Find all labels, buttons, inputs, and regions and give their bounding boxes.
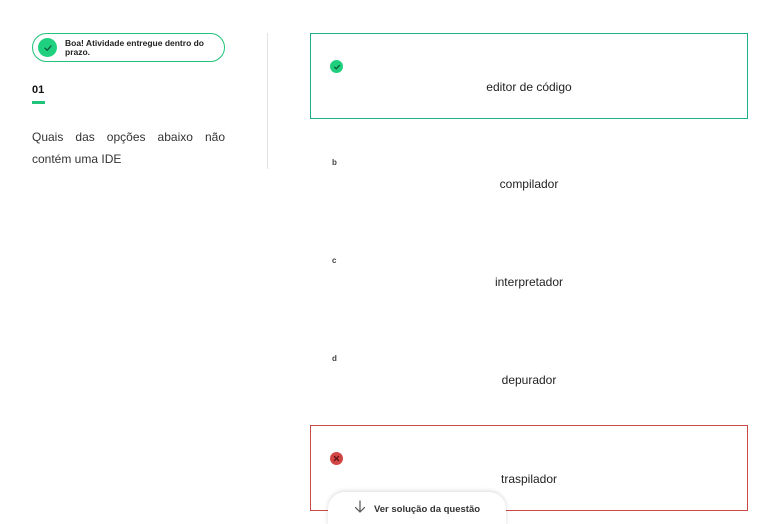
status-text: Boa! Atividade entregue dentro do prazo. — [65, 37, 205, 57]
question-number: 01 — [32, 84, 45, 96]
view-solution-button[interactable]: Ver solução da questão — [328, 492, 506, 524]
option-b-letter: b — [332, 158, 337, 167]
correct-check-icon — [330, 60, 343, 73]
option-d-letter: d — [332, 354, 337, 363]
column-divider — [267, 33, 268, 169]
option-a-label: editor de código — [486, 80, 572, 94]
option-c-letter: c — [332, 256, 337, 265]
option-d-label: depurador — [501, 373, 557, 387]
question-text: Quais das opções abaixo não contém uma I… — [32, 130, 225, 166]
option-c[interactable]: c interpretador — [310, 229, 748, 315]
option-d[interactable]: d depurador — [310, 327, 748, 413]
question-number-underline — [32, 101, 45, 104]
view-solution-label: Ver solução da questão — [373, 503, 481, 515]
option-c-label: interpretador — [494, 275, 564, 289]
option-b[interactable]: b compilador — [310, 131, 748, 217]
option-b-label: compilador — [499, 177, 559, 191]
option-a[interactable]: editor de código — [310, 33, 748, 119]
wrong-x-icon — [330, 452, 343, 465]
arrow-down-icon — [354, 499, 366, 519]
check-icon — [38, 38, 57, 57]
option-e-label: traspilador — [500, 472, 558, 486]
status-badge: Boa! Atividade entregue dentro do prazo. — [32, 33, 225, 62]
